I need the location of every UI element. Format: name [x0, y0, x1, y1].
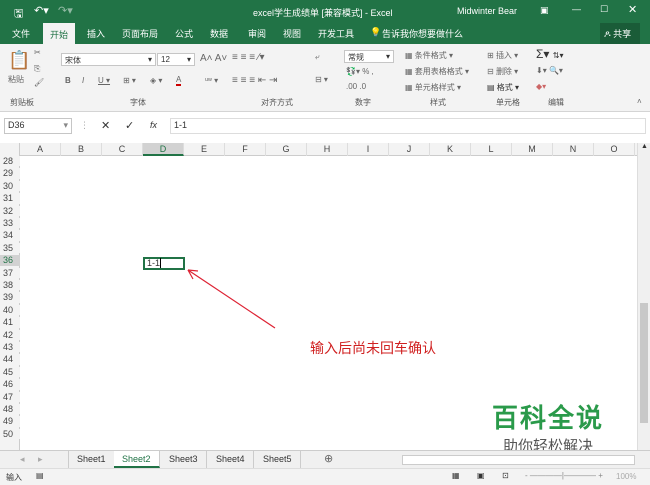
sheet-tab-sheet4[interactable]: Sheet4 — [208, 451, 254, 468]
vertical-scrollbar[interactable]: ▲ — [637, 143, 650, 450]
scroll-up-icon[interactable]: ▲ — [641, 143, 648, 150]
annotation-text: 输入后尚未回车确认 — [310, 340, 436, 356]
sheet-nav-prev-icon[interactable]: ◂ — [20, 454, 25, 465]
zoom-level[interactable]: 100% — [616, 472, 636, 481]
normal-view-icon[interactable]: ▦ — [452, 471, 460, 480]
sheet-nav-next-icon[interactable]: ▸ — [38, 454, 43, 465]
sheet-tab-sheet1[interactable]: Sheet1 — [68, 451, 115, 468]
page-layout-view-icon[interactable]: ▣ — [477, 471, 485, 480]
macro-record-icon[interactable]: ▤ — [36, 471, 44, 480]
sheet-tab-sheet3[interactable]: Sheet3 — [161, 451, 207, 468]
status-bar: 输入 ▤ ▦ ▣ ⊡ - ————|———— + 100% — [0, 468, 650, 485]
add-sheet-icon[interactable]: ⊕ — [324, 452, 333, 465]
sheet-tab-sheet2[interactable]: Sheet2 — [114, 451, 160, 468]
zoom-slider[interactable]: - ————|———— + — [525, 471, 603, 480]
watermark-logo: 百科全说 助你轻松解决 — [478, 398, 618, 456]
sheet-tab-bar: ◂ ▸ Sheet1 Sheet2 Sheet3 Sheet4 Sheet5 ⊕ — [0, 450, 650, 468]
page-break-view-icon[interactable]: ⊡ — [502, 471, 509, 480]
status-mode: 输入 — [6, 473, 22, 482]
sheet-tab-sheet5[interactable]: Sheet5 — [255, 451, 301, 468]
scroll-thumb[interactable] — [640, 303, 648, 423]
horizontal-scrollbar[interactable] — [402, 455, 635, 465]
